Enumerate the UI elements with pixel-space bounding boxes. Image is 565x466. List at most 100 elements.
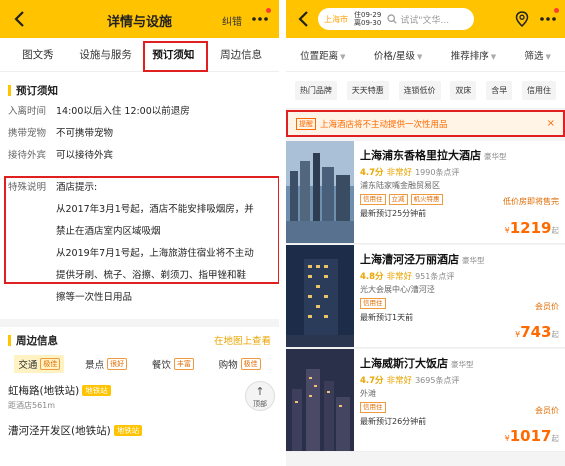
filter-location[interactable]: 位置距离 ▼ — [300, 48, 345, 62]
search-bar[interactable]: 上海市 住09-29 离09-30 试试"文华... — [318, 8, 474, 30]
rating-badge: 丰富 — [173, 358, 194, 370]
chip-breakfast[interactable]: 含早 — [486, 80, 513, 100]
nearby-tab-transport[interactable]: 交通 极佳 — [14, 355, 65, 373]
filter-bar: 位置距离 ▼ 价格/星级 ▼ 推荐排序 ▼ 筛选 ▼ — [286, 38, 565, 72]
rating-score: 4.8分 — [360, 272, 384, 282]
price-suffix: 起 — [551, 434, 560, 443]
hotel-name-wrap: 上海威斯汀大饭店 豪华型 — [360, 355, 559, 371]
heading-bar — [8, 334, 11, 346]
chip-chain-low-price[interactable]: 连锁低价 — [398, 80, 441, 100]
hotel-rating: 4.7分 非常好 3695条点评 — [360, 374, 559, 386]
section-divider — [0, 319, 279, 327]
night-skyline-image-icon — [286, 349, 354, 451]
date-selector[interactable]: 住09-29 离09-30 — [354, 11, 381, 27]
review-count: 3695条点评 — [415, 376, 460, 385]
info-row: 入离时间 14:00以后入住 12:00以前退房 — [0, 101, 279, 123]
notification-dot — [554, 8, 559, 13]
chip-daily-deals[interactable]: 天天特惠 — [346, 80, 389, 100]
close-icon[interactable]: × — [547, 118, 555, 129]
hotel-photo — [286, 349, 354, 451]
heading-bar — [8, 84, 11, 96]
info-row: 携带宠物 不可携带宠物 — [0, 123, 279, 145]
hotel-price: ¥1219起 — [505, 219, 559, 237]
list-item[interactable]: 漕河泾开发区(地铁站) 地铁站 — [0, 419, 279, 442]
hotel-type: 豪华型 — [451, 360, 474, 369]
chevron-down-icon: ▼ — [490, 52, 497, 61]
rating-score: 4.7分 — [360, 376, 384, 386]
filter-label: 位置距离 — [300, 50, 339, 62]
details-header: 详情与设施 纠错 — [0, 0, 279, 38]
hotel-photo — [286, 245, 354, 347]
badge: 信用住 — [360, 194, 386, 205]
chip-twin-bed[interactable]: 双床 — [450, 80, 477, 100]
tab-highlight-box — [143, 41, 208, 72]
hotel-info: 上海漕河泾万丽酒店 豪华型 4.8分 非常好 951条点评 光大会展中心/漕河泾 信用… — [360, 251, 559, 323]
nearby-tab-attractions[interactable]: 景点 很好 — [81, 355, 131, 373]
price-note: 会员价 — [535, 302, 559, 311]
rating-word: 非常好 — [386, 168, 413, 178]
hotel-name-wrap: 上海漕河泾万丽酒店 豪华型 — [360, 251, 559, 267]
detail-tabs: 图文秀 设施与服务 预订须知 周边信息 — [0, 38, 279, 72]
search-input[interactable]: 试试"文华... — [400, 13, 449, 26]
hotel-name: 上海漕河泾万丽酒店 — [360, 253, 459, 266]
row-key: 接待外宾 — [8, 150, 47, 161]
tab-photos[interactable]: 图文秀 — [4, 47, 72, 62]
chip-credit-stay[interactable]: 信用住 — [522, 80, 557, 100]
hotel-name: 上海浦东香格里拉大酒店 — [360, 149, 481, 162]
hotel-building-image-icon — [286, 245, 354, 347]
city-selector[interactable]: 上海市 — [324, 14, 348, 25]
rating-word: 非常好 — [386, 272, 413, 282]
search-header: 上海市 住09-29 离09-30 试试"文华... — [286, 0, 565, 38]
hotel-card[interactable]: 上海漕河泾万丽酒店 豪华型 4.8分 非常好 951条点评 光大会展中心/漕河泾 信用… — [286, 245, 565, 348]
filter-sort[interactable]: 推荐排序 ▼ — [451, 48, 496, 62]
notice-banner: 提醒 上海酒店将不主动提供一次性用品 × — [286, 110, 565, 137]
badge: 机火特惠 — [410, 194, 443, 205]
filter-price-star[interactable]: 价格/星级 ▼ — [374, 48, 423, 62]
hotel-photo — [286, 141, 354, 243]
error-report-button[interactable]: 纠错 — [222, 13, 242, 28]
chevron-down-icon: ▼ — [545, 52, 551, 61]
row-value: 14:00以后入住 12:00以前退房 — [56, 106, 190, 117]
price-suffix: 起 — [551, 330, 560, 339]
nearby-tab-label: 购物 — [218, 360, 238, 371]
chip-hot-brands[interactable]: 热门品牌 — [294, 80, 337, 100]
booking-notice-heading: 预订须知 — [0, 79, 279, 101]
hotel-price: ¥1017起 — [505, 427, 559, 445]
hotel-type: 豪华型 — [462, 256, 485, 265]
special-notes-highlight-box — [4, 176, 279, 284]
rating-score: 4.7分 — [360, 168, 384, 178]
back-to-top-button[interactable]: ↑ 顶部 — [245, 381, 275, 411]
row-key: 入离时间 — [8, 106, 47, 117]
price-value: 1017 — [509, 427, 552, 445]
hotel-rating: 4.7分 非常好 1990条点评 — [360, 166, 559, 178]
hotel-card[interactable]: 上海威斯汀大饭店 豪华型 4.7分 非常好 3695条点评 外滩 信用住 最新预订26… — [286, 349, 565, 452]
hotel-card[interactable]: 上海浦东香格里拉大酒店 豪华型 4.7分 非常好 1990条点评 浦东陆家嘴金融贸易区… — [286, 141, 565, 244]
hotel-location: 光大会展中心/漕河泾 — [360, 285, 435, 294]
skyline-image-icon — [286, 141, 354, 243]
hotel-info: 上海威斯汀大饭店 豪华型 4.7分 非常好 3695条点评 外滩 信用住 最新预订26… — [360, 355, 559, 427]
nearby-tab-shopping[interactable]: 购物 极佳 — [215, 355, 265, 373]
badge: 立减 — [388, 194, 408, 205]
back-arrow-icon[interactable] — [294, 9, 314, 29]
checkout-date: 离09-30 — [354, 19, 382, 27]
list-item[interactable]: 虹梅路(地铁站) 地铁站 距酒店561m — [0, 379, 279, 415]
booking-notice-title: 预订须知 — [16, 84, 58, 97]
row-key: 携带宠物 — [8, 128, 47, 139]
tab-nearby[interactable]: 周边信息 — [207, 47, 275, 62]
filter-more[interactable]: 筛选 ▼ — [524, 48, 550, 62]
notice-tag: 提醒 — [296, 117, 316, 130]
view-on-map-link[interactable]: 在地图上查看 — [214, 333, 271, 347]
filter-label: 筛选 — [524, 50, 544, 62]
rating-badge: 极佳 — [240, 358, 261, 370]
hotel-list-panel: 上海市 住09-29 离09-30 试试"文华... 位置距离 ▼ 价格/星级 ▼ … — [286, 0, 565, 466]
hotel-name-wrap: 上海浦东香格里拉大酒店 豪华型 — [360, 147, 559, 163]
search-icon — [387, 14, 397, 24]
nearby-tab-dining[interactable]: 餐饮 丰富 — [148, 355, 198, 373]
rating-word: 非常好 — [386, 376, 413, 386]
hotel-name: 上海威斯汀大饭店 — [360, 357, 448, 370]
tab-facilities[interactable]: 设施与服务 — [72, 47, 140, 62]
rating-badge: 极佳 — [40, 358, 61, 370]
hotel-location: 外滩 — [360, 389, 376, 398]
nearby-tab-label: 餐饮 — [151, 360, 171, 371]
map-location-icon[interactable] — [513, 10, 531, 28]
